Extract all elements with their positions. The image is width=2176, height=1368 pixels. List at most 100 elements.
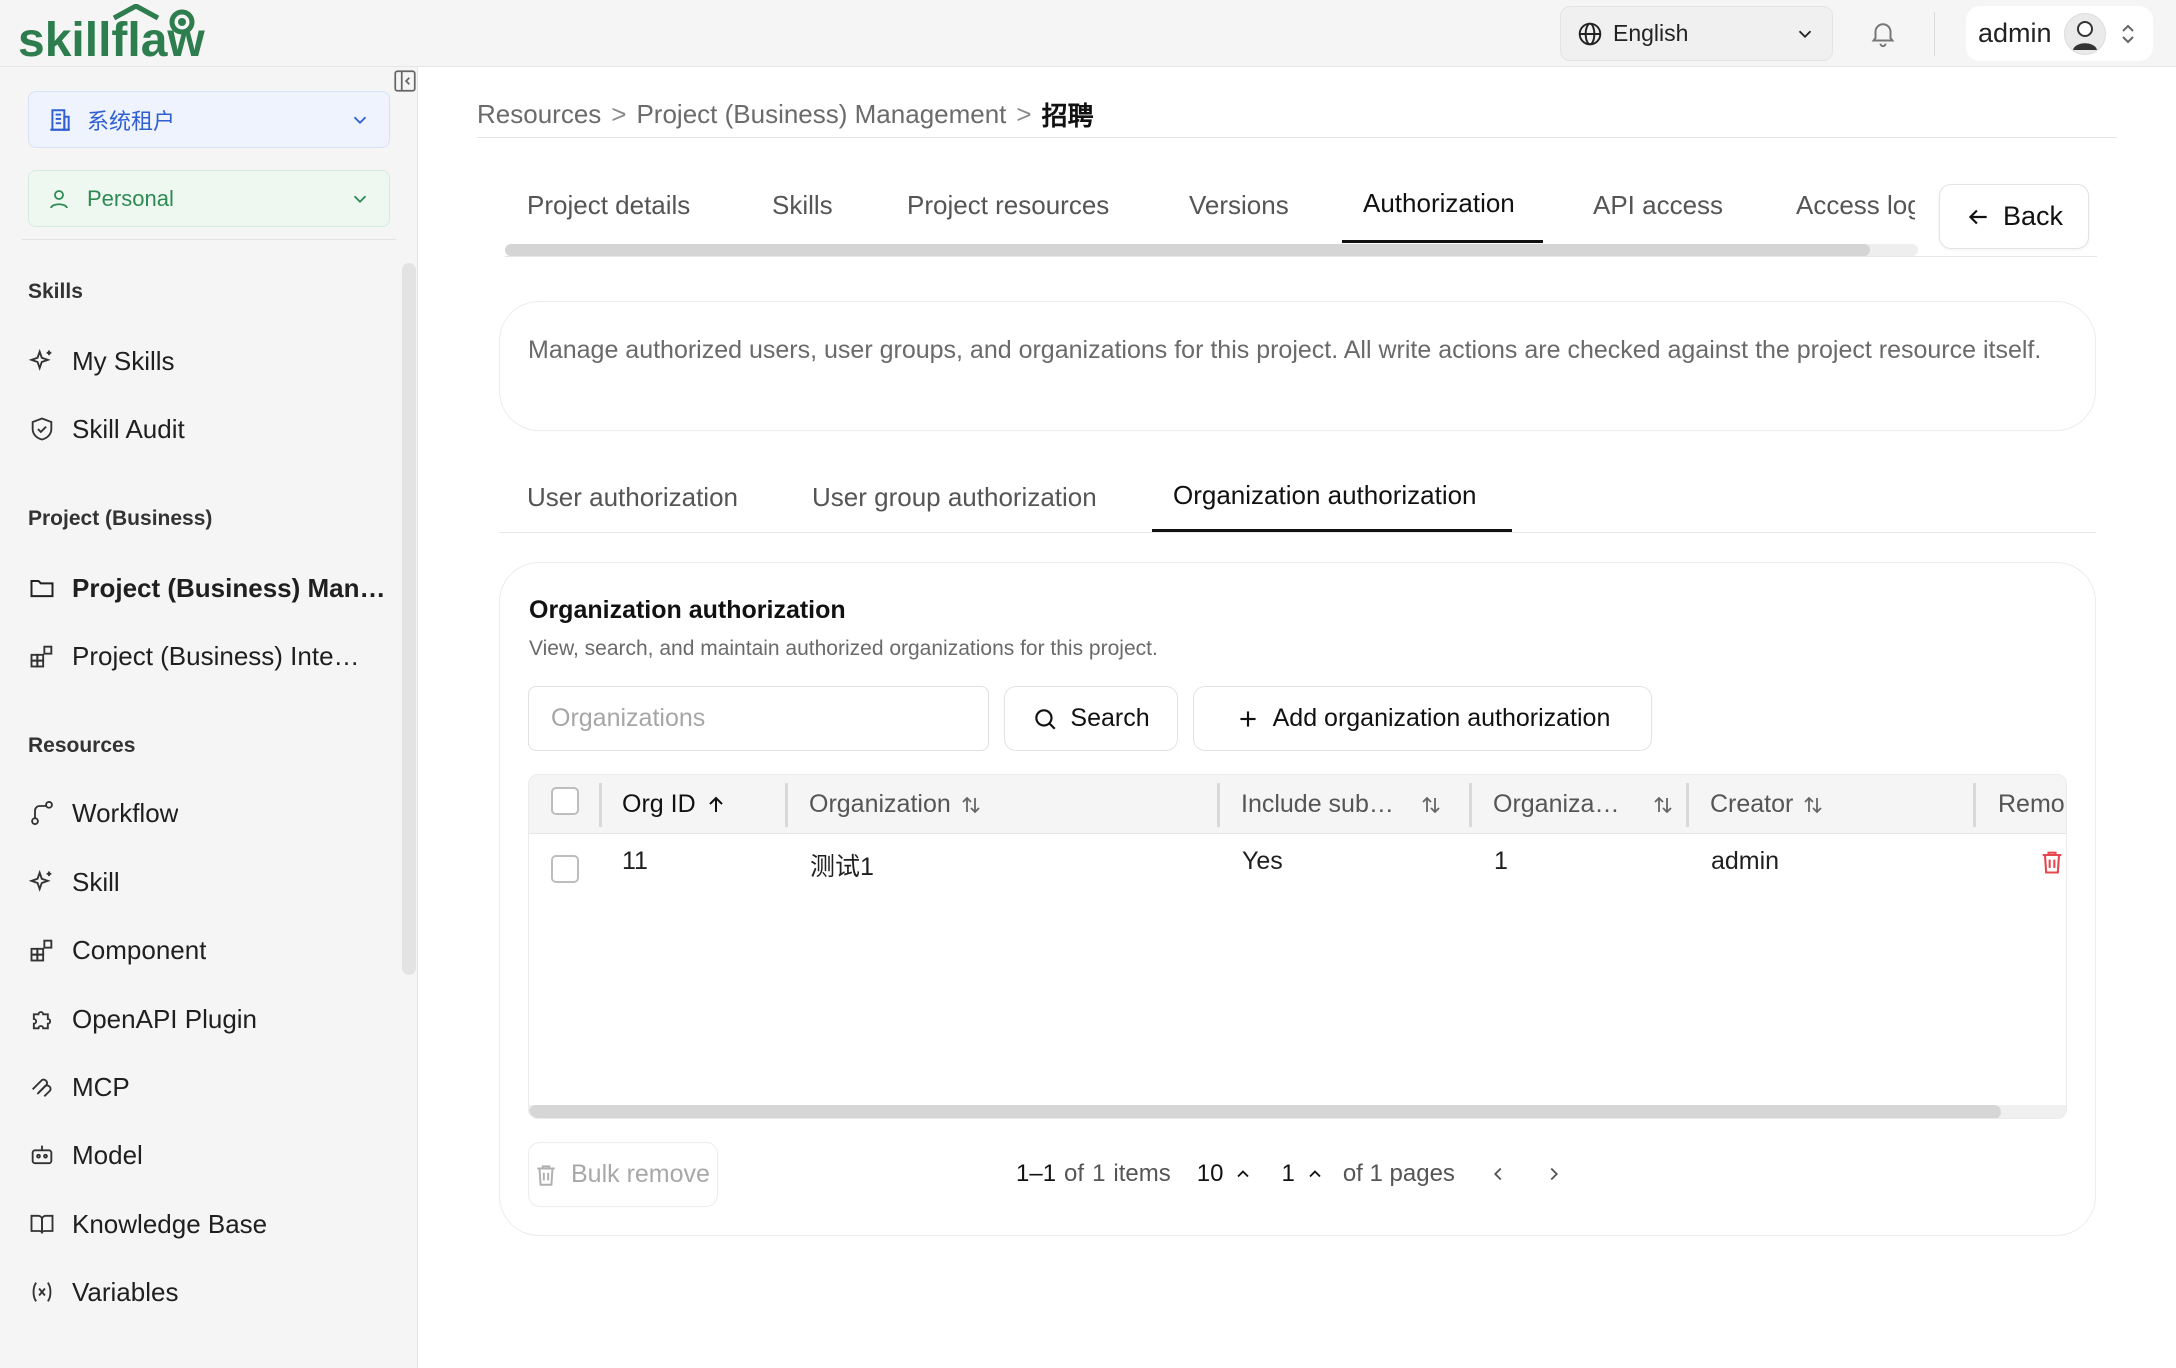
- tabs-divider: [505, 256, 2097, 257]
- items-of: of: [1064, 1160, 1085, 1187]
- sidebar-item-label: Variables: [72, 1276, 179, 1307]
- sidebar: 系统租户 Personal Skills My Skills Skill Aud…: [0, 67, 418, 1368]
- tabs-scrollbar[interactable]: [505, 244, 1918, 256]
- pagination: 1–1 of 1 items 10 1 of 1 pages: [1016, 1156, 1565, 1192]
- chevron-up-icon: [1237, 1170, 1250, 1178]
- sparkle-icon: [28, 348, 52, 371]
- sidebar-item-model[interactable]: Model: [28, 1131, 388, 1179]
- column-label: Organization: [809, 790, 951, 818]
- tab-access-log[interactable]: Access log: [1796, 190, 1915, 221]
- shield-check-icon: [31, 417, 53, 441]
- trash-icon[interactable]: [2038, 848, 2066, 876]
- sidebar-item-variables[interactable]: Variables: [28, 1268, 388, 1316]
- scrollbar-thumb[interactable]: [505, 244, 1870, 256]
- sidebar-scrollbar[interactable]: [402, 263, 416, 975]
- back-label: Back: [2002, 201, 2064, 231]
- sidebar-item-skill[interactable]: Skill: [28, 858, 388, 906]
- tab-skills[interactable]: Skills: [772, 190, 833, 221]
- cell-include-sub: Yes: [1242, 847, 1283, 875]
- sidebar-item-label: Skill Audit: [72, 413, 185, 444]
- section-title-skills: Skills: [28, 280, 83, 303]
- chevron-down-icon: [353, 195, 367, 203]
- authorization-subtabs: User authorization User group authorizat…: [499, 470, 2096, 534]
- scrollbar-thumb[interactable]: [529, 1105, 2001, 1118]
- select-all-checkbox[interactable]: [551, 787, 579, 815]
- chevron-down-icon: [353, 116, 367, 124]
- breadcrumb-item[interactable]: Project (Business) Management: [636, 99, 1006, 130]
- chevron-updown-icon: [2121, 24, 2134, 43]
- folder-icon: [30, 580, 54, 598]
- book-icon: [30, 1214, 54, 1234]
- chevron-left-icon[interactable]: [1487, 1163, 1509, 1185]
- svg-text:skillflaw: skillflaw: [18, 14, 205, 62]
- back-button[interactable]: Back: [1939, 184, 2089, 249]
- column-organization-count[interactable]: Organiza…: [1493, 775, 1693, 834]
- page-size-select[interactable]: 10: [1197, 1160, 1254, 1188]
- space-select[interactable]: Personal: [28, 170, 390, 227]
- tab-api-access[interactable]: API access: [1593, 190, 1723, 221]
- card-subtitle: View, search, and maintain authorized or…: [529, 637, 1158, 660]
- tab-versions[interactable]: Versions: [1189, 190, 1289, 221]
- table-scrollbar[interactable]: [529, 1105, 2066, 1118]
- row-checkbox[interactable]: [551, 855, 579, 883]
- sidebar-collapse-icon[interactable]: [392, 68, 418, 94]
- items-suffix: items: [1113, 1160, 1171, 1187]
- bell-icon[interactable]: [1868, 18, 1898, 48]
- subtab-user-authorization[interactable]: User authorization: [527, 482, 738, 513]
- sidebar-item-my-skills[interactable]: My Skills: [28, 337, 388, 385]
- sidebar-item-label: Workflow: [72, 797, 179, 828]
- section-title-resources: Resources: [28, 734, 136, 757]
- avatar: [2063, 12, 2106, 55]
- sidebar-item-mcp[interactable]: MCP: [28, 1063, 388, 1111]
- organization-table: Org ID Organization Include sub… Organiz…: [528, 774, 2067, 1119]
- bulk-remove-button[interactable]: Bulk remove: [528, 1142, 718, 1207]
- column-label: Org ID: [622, 790, 696, 818]
- column-organization[interactable]: Organization: [809, 775, 1209, 834]
- column-label: Creator: [1710, 790, 1794, 818]
- sidebar-item-openapi-plugin[interactable]: OpenAPI Plugin: [28, 995, 388, 1043]
- space-label: Personal: [87, 185, 174, 211]
- mcp-icon: [32, 1078, 52, 1097]
- arrow-left-icon: [1968, 209, 1987, 224]
- user-menu[interactable]: admin: [1966, 6, 2153, 61]
- column-creator[interactable]: Creator: [1710, 775, 1950, 834]
- sidebar-item-project-integration[interactable]: Project (Business) Inte…: [28, 632, 388, 680]
- sort-icon: [962, 796, 980, 813]
- sidebar-item-project-management[interactable]: Project (Business) Man…: [28, 564, 388, 612]
- column-include-sub[interactable]: Include sub…: [1241, 775, 1456, 834]
- sidebar-item-component[interactable]: Component: [28, 926, 388, 974]
- subtab-user-group-authorization[interactable]: User group authorization: [812, 482, 1097, 513]
- section-title-project: Project (Business): [28, 507, 213, 530]
- building-icon: [50, 108, 70, 131]
- sidebar-item-workflow[interactable]: Workflow: [28, 789, 388, 837]
- sidebar-item-knowledge-base[interactable]: Knowledge Base: [28, 1200, 388, 1248]
- skillflaw-logo[interactable]: skillflaw: [18, 3, 248, 67]
- organization-search-input[interactable]: [528, 686, 989, 751]
- page-size-value: 10: [1196, 1160, 1224, 1187]
- cell-organization-count: 1: [1494, 847, 1508, 875]
- sidebar-item-label: My Skills: [72, 345, 175, 376]
- column-remove: Remo: [1998, 775, 2066, 834]
- tenant-select[interactable]: 系统租户: [28, 91, 390, 148]
- add-organization-button[interactable]: Add organization authorization: [1193, 686, 1652, 751]
- sidebar-item-skill-audit[interactable]: Skill Audit: [28, 405, 388, 453]
- tab-project-details[interactable]: Project details: [527, 190, 690, 221]
- sort-icon: [1654, 796, 1672, 813]
- tab-project-resources[interactable]: Project resources: [907, 190, 1109, 221]
- column-org-id[interactable]: Org ID: [622, 775, 782, 834]
- breadcrumb-item[interactable]: Resources: [477, 99, 601, 130]
- search-button[interactable]: Search: [1004, 686, 1178, 751]
- sidebar-item-label: OpenAPI Plugin: [72, 1003, 258, 1034]
- column-label: Remo: [1998, 790, 2065, 818]
- table-header: Org ID Organization Include sub… Organiz…: [529, 775, 2066, 834]
- sort-icon: [1804, 796, 1823, 813]
- chevron-down-icon: [1798, 30, 1812, 38]
- subtab-organization-authorization[interactable]: Organization authorization: [1173, 480, 1477, 511]
- breadcrumb-current: 招聘: [1041, 101, 1094, 131]
- plus-icon: [1240, 710, 1256, 727]
- chevron-right-icon[interactable]: [1543, 1163, 1565, 1185]
- language-select[interactable]: English: [1560, 6, 1833, 61]
- tab-authorization[interactable]: Authorization: [1363, 188, 1515, 219]
- sidebar-item-label: Knowledge Base: [72, 1208, 268, 1239]
- page-select[interactable]: 1: [1281, 1160, 1324, 1188]
